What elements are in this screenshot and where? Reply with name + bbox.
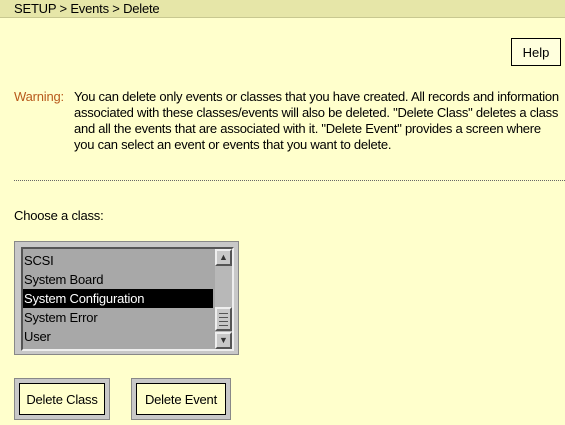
scroll-thumb[interactable] bbox=[215, 307, 232, 331]
list-item-selected[interactable]: System Configuration bbox=[23, 289, 213, 308]
class-listbox[interactable]: SCSI System Board System Configuration S… bbox=[21, 247, 234, 351]
grip-line bbox=[219, 317, 228, 318]
scroll-down-arrow-icon[interactable]: ▼ bbox=[215, 332, 232, 349]
delete-event-button-frame: Delete Event bbox=[131, 378, 231, 420]
class-list: SCSI System Board System Configuration S… bbox=[23, 251, 213, 346]
warning-label: Warning: bbox=[14, 89, 64, 104]
grip-line bbox=[219, 313, 228, 314]
class-listbox-frame: SCSI System Board System Configuration S… bbox=[14, 241, 239, 355]
scroll-up-arrow-icon[interactable]: ▲ bbox=[215, 249, 232, 266]
listbox-scrollbar[interactable]: ▲ ▼ bbox=[215, 249, 232, 349]
warning-text: You can delete only events or classes th… bbox=[74, 89, 559, 152]
grip-line bbox=[219, 321, 228, 322]
delete-event-button[interactable]: Delete Event bbox=[136, 383, 226, 415]
list-item[interactable]: System Error bbox=[23, 308, 213, 327]
delete-class-button-frame: Delete Class bbox=[14, 378, 110, 420]
list-item[interactable]: User bbox=[23, 327, 213, 346]
delete-class-button[interactable]: Delete Class bbox=[19, 383, 105, 415]
divider bbox=[14, 180, 565, 181]
list-item[interactable]: System Board bbox=[23, 270, 213, 289]
breadcrumb: SETUP > Events > Delete bbox=[14, 1, 160, 16]
help-button[interactable]: Help bbox=[511, 38, 561, 66]
choose-class-label: Choose a class: bbox=[14, 208, 104, 223]
breadcrumb-bar: SETUP > Events > Delete bbox=[0, 0, 565, 18]
list-item[interactable]: SCSI bbox=[23, 251, 213, 270]
grip-line bbox=[219, 325, 228, 326]
